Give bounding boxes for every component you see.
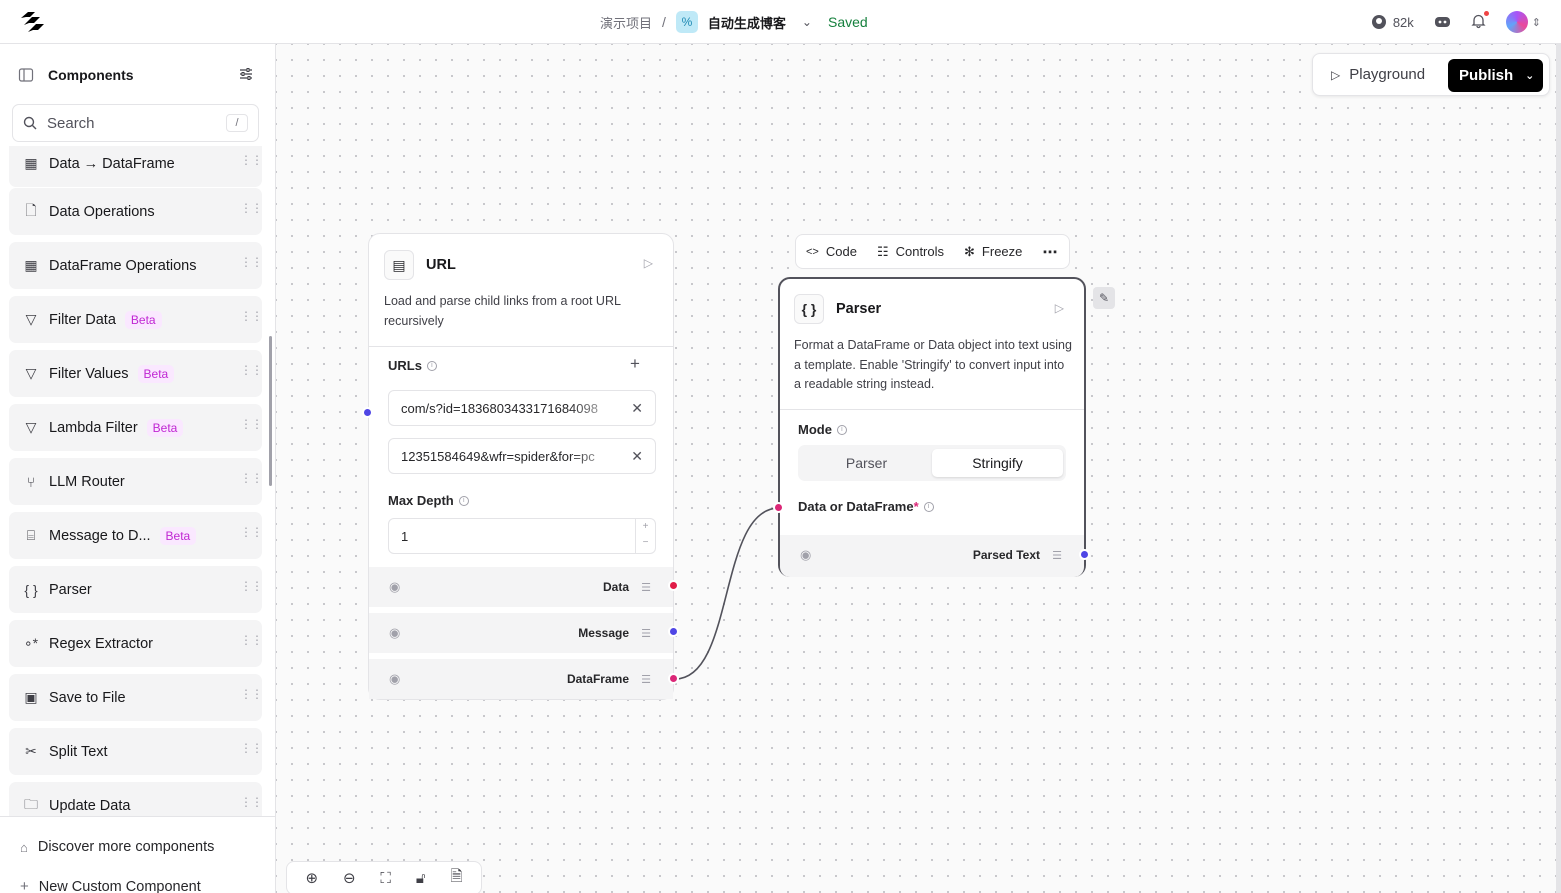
- lock-icon[interactable]: 🔓︎: [416, 870, 426, 887]
- output-label: Data: [602, 580, 629, 594]
- info-icon[interactable]: i: [923, 501, 934, 512]
- run-node-icon[interactable]: ▷: [644, 256, 653, 270]
- node-description: Load and parse child links from a root U…: [384, 294, 621, 328]
- fit-view-icon[interactable]: ⛶: [380, 870, 391, 887]
- pencil-icon[interactable]: ✎: [1093, 287, 1115, 309]
- max-depth-label: Max Depth i: [388, 493, 469, 508]
- node-description: Format a DataFrame or Data object into t…: [794, 338, 1072, 391]
- snowflake-icon: ✻: [964, 243, 975, 259]
- mode-label-text: Mode: [798, 422, 832, 437]
- mode-option-parser[interactable]: Parser: [801, 449, 932, 477]
- dataframe-output-port[interactable]: [668, 673, 679, 684]
- run-node-icon[interactable]: ▷: [1055, 301, 1064, 315]
- info-icon[interactable]: i: [836, 424, 847, 435]
- info-icon[interactable]: i: [458, 495, 469, 506]
- url-input-2[interactable]: 12351584649&wfr=spider&for=pc ✕: [388, 438, 656, 474]
- note-icon[interactable]: 🗎︎: [450, 866, 462, 891]
- max-depth-value: 1: [401, 528, 409, 544]
- output-inspect-icon[interactable]: ☰: [1052, 549, 1062, 562]
- code-label: Code: [825, 244, 857, 259]
- url-input-port[interactable]: [362, 407, 373, 418]
- divider: [780, 409, 1084, 410]
- stepper[interactable]: + −: [635, 519, 655, 553]
- eye-icon[interactable]: ◉: [389, 671, 400, 687]
- max-depth-label-text: Max Depth: [388, 493, 454, 508]
- eye-icon[interactable]: ◉: [389, 579, 400, 595]
- output-label: DataFrame: [566, 672, 629, 686]
- input-label-text: Data or DataFrame: [798, 499, 914, 514]
- node-header: ▤ URL: [384, 250, 456, 280]
- url-input-1[interactable]: com/s?id=1836803433171684098 ✕: [388, 390, 656, 426]
- output-row-parsed-text: ◉ Parsed Text ☰: [780, 535, 1084, 577]
- parser-node[interactable]: { } Parser ▷ Format a DataFrame or Data …: [778, 277, 1086, 577]
- output-row-dataframe: ◉ DataFrame ☰: [369, 659, 673, 699]
- output-label: Message: [578, 626, 629, 640]
- node-title: Parser: [836, 301, 882, 317]
- controls-button[interactable]: ☷ Controls: [877, 244, 944, 260]
- code-icon: <>: [806, 245, 819, 258]
- zoom-out-icon[interactable]: ⊖: [343, 869, 356, 887]
- url-value: 12351584649&wfr=spider&for=pc: [401, 448, 595, 464]
- data-output-port[interactable]: [668, 580, 679, 591]
- freeze-label: Freeze: [981, 244, 1023, 259]
- parsed-text-output-port[interactable]: [1079, 549, 1090, 560]
- url-value: com/s?id=1836803433171684098: [401, 400, 598, 416]
- layout-icon: ▤: [384, 250, 414, 280]
- output-inspect-icon[interactable]: ☰: [641, 581, 651, 594]
- freeze-button[interactable]: ✻ Freeze: [964, 244, 1022, 260]
- output-inspect-icon[interactable]: ☰: [641, 673, 651, 686]
- eye-icon[interactable]: ◉: [800, 547, 811, 563]
- divider: [369, 346, 673, 347]
- node-title: URL: [426, 257, 456, 273]
- add-url-icon[interactable]: +: [630, 354, 640, 374]
- mode-option-stringify[interactable]: Stringify: [932, 449, 1063, 477]
- urls-label: URLs i: [388, 358, 437, 373]
- output-label: Parsed Text: [972, 548, 1040, 562]
- braces-icon: { }: [794, 294, 824, 324]
- close-icon[interactable]: ✕: [631, 400, 643, 417]
- parser-input-port[interactable]: [773, 502, 784, 513]
- info-icon[interactable]: i: [426, 360, 437, 371]
- url-node[interactable]: ▤ URL ▷ Load and parse child links from …: [368, 233, 674, 700]
- required-mark: *: [913, 499, 919, 514]
- eye-icon[interactable]: ◉: [389, 625, 400, 641]
- zoom-in-icon[interactable]: ⊕: [305, 869, 318, 887]
- output-row-data: ◉ Data ☰: [369, 567, 673, 607]
- node-toolbar: <> Code ☷ Controls ✻ Freeze ⋯: [795, 234, 1070, 269]
- mode-toggle: Parser Stringify: [798, 445, 1066, 481]
- output-inspect-icon[interactable]: ☰: [641, 627, 651, 640]
- controls-label: Controls: [895, 244, 945, 259]
- max-depth-input[interactable]: 1 + −: [388, 518, 656, 554]
- mode-label: Mode i: [798, 422, 847, 437]
- node-header: { } Parser: [794, 294, 881, 324]
- output-row-message: ◉ Message ☰: [369, 613, 673, 653]
- edge-dataframe-to-parser: [674, 507, 780, 680]
- code-button[interactable]: <> Code: [806, 244, 857, 259]
- input-label: Data or DataFrame * i: [798, 499, 934, 514]
- canvas-controls: ⊕ ⊖ ⛶ 🔓︎ 🗎︎: [286, 861, 482, 893]
- close-icon[interactable]: ✕: [631, 448, 643, 465]
- sliders-icon: ☷: [876, 243, 889, 259]
- more-icon[interactable]: ⋯: [1042, 243, 1057, 261]
- message-output-port[interactable]: [668, 626, 679, 637]
- urls-label-text: URLs: [388, 358, 422, 373]
